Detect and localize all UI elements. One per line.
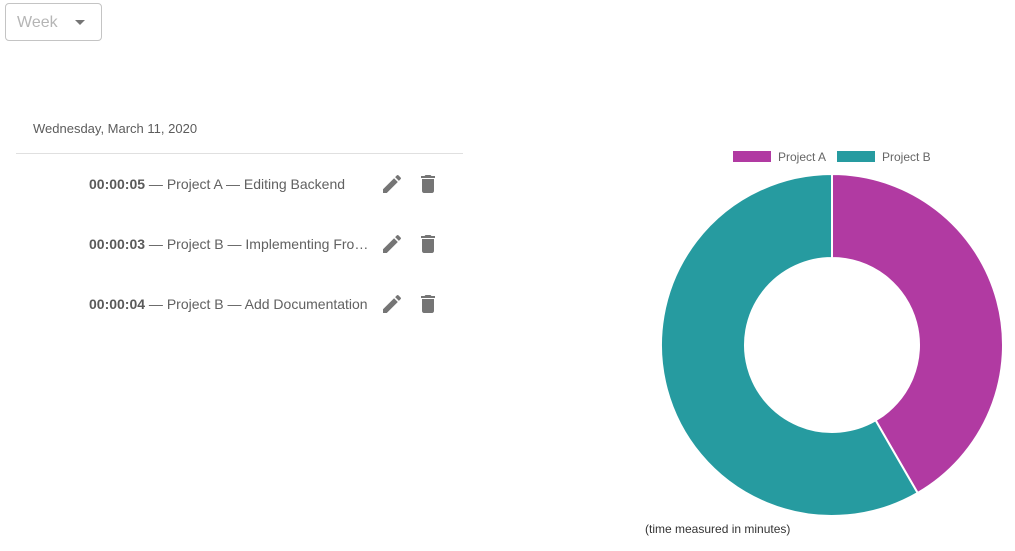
delete-entry-button[interactable] (416, 292, 440, 316)
entry-text: 00:00:04 — Project B — Add Documentation (89, 296, 369, 312)
trash-icon (421, 175, 435, 193)
entry-description: — Project A — Editing Backend (145, 176, 346, 192)
legend-label: Project B (882, 150, 931, 164)
pencil-icon (383, 294, 402, 313)
delete-entry-button[interactable] (416, 232, 440, 256)
time-entry: 00:00:03 — Project B — Implementing Fron… (89, 229, 459, 289)
edit-entry-button[interactable] (380, 172, 404, 196)
entry-description: — Project B — Add Documentation (145, 296, 368, 312)
pencil-icon (383, 174, 402, 193)
time-entry-list: 00:00:05 — Project A — Editing Backend 0… (89, 169, 459, 349)
time-entry: 00:00:05 — Project A — Editing Backend (89, 169, 459, 229)
legend-swatch (733, 151, 771, 162)
legend-swatch (837, 151, 875, 162)
day-date-label: Wednesday, March 11, 2020 (33, 121, 198, 136)
legend-item-project-b[interactable]: Project B (837, 150, 931, 164)
legend-label: Project A (778, 150, 826, 164)
entry-duration: 00:00:03 (89, 236, 146, 252)
week-select[interactable]: Week 1 (5, 3, 102, 41)
edit-entry-button[interactable] (380, 292, 404, 316)
entry-description: — Project B — Implementing Frontend (145, 236, 369, 252)
arrow-drop-down-icon (75, 20, 85, 25)
day-divider (16, 153, 463, 154)
chart-caption: (time measured in minutes) (645, 522, 791, 536)
legend-item-project-a[interactable]: Project A (733, 150, 826, 164)
entry-duration: 00:00:05 (89, 176, 146, 192)
project-time-doughnut-chart: Project A Project B (660, 150, 1004, 517)
entry-duration: 00:00:04 (89, 296, 146, 312)
entry-text: 00:00:03 — Project B — Implementing Fron… (89, 236, 369, 252)
trash-icon (421, 295, 435, 313)
edit-entry-button[interactable] (380, 232, 404, 256)
delete-entry-button[interactable] (416, 172, 440, 196)
trash-icon (421, 235, 435, 253)
pencil-icon (383, 234, 402, 253)
entry-text: 00:00:05 — Project A — Editing Backend (89, 176, 369, 192)
week-select-value: Week 1 (17, 14, 63, 31)
time-entry: 00:00:04 — Project B — Add Documentation (89, 289, 459, 349)
